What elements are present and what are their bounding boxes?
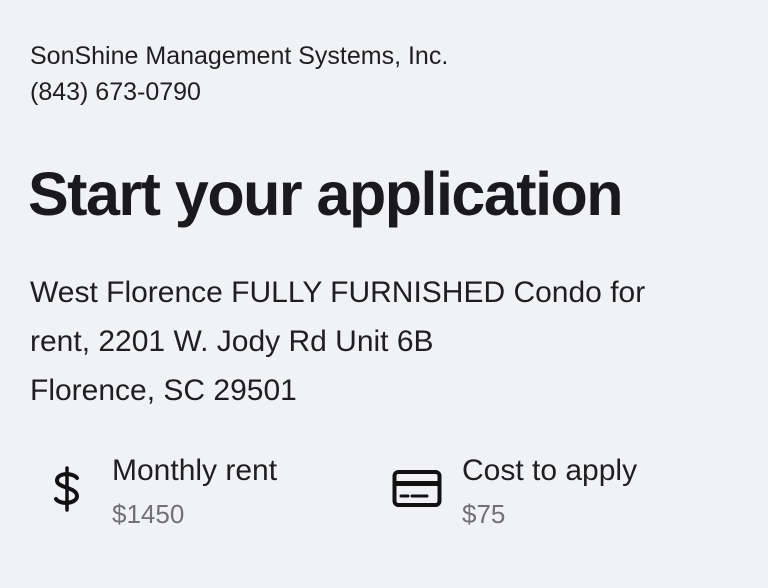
property-address: West Florence FULLY FURNISHED Condo for …: [30, 268, 730, 415]
company-name: SonShine Management Systems, Inc.: [30, 42, 449, 70]
page-title: Start your application: [28, 160, 624, 228]
address-line-2: rent, 2201 W. Jody Rd Unit 6B: [30, 325, 434, 358]
company-header: SonShine Management Systems, Inc. (843) …: [30, 38, 448, 110]
address-line-3: Florence, SC 29501: [30, 374, 297, 407]
monthly-rent-item: Monthly rent $1450: [40, 450, 277, 536]
cost-to-apply-label: Cost to apply: [462, 454, 638, 487]
cost-to-apply-item: Cost to apply $75: [390, 450, 637, 536]
cost-to-apply-text: Cost to apply $75: [462, 450, 637, 536]
monthly-rent-label: Monthly rent: [112, 454, 278, 487]
monthly-rent-value: $1450: [112, 499, 185, 529]
credit-card-icon: [390, 462, 444, 516]
company-phone: (843) 673-0790: [30, 78, 201, 106]
monthly-rent-text: Monthly rent $1450: [112, 450, 277, 536]
address-line-1: West Florence FULLY FURNISHED Condo for: [30, 276, 646, 309]
dollar-icon: [40, 462, 94, 516]
cost-to-apply-value: $75: [462, 499, 506, 529]
